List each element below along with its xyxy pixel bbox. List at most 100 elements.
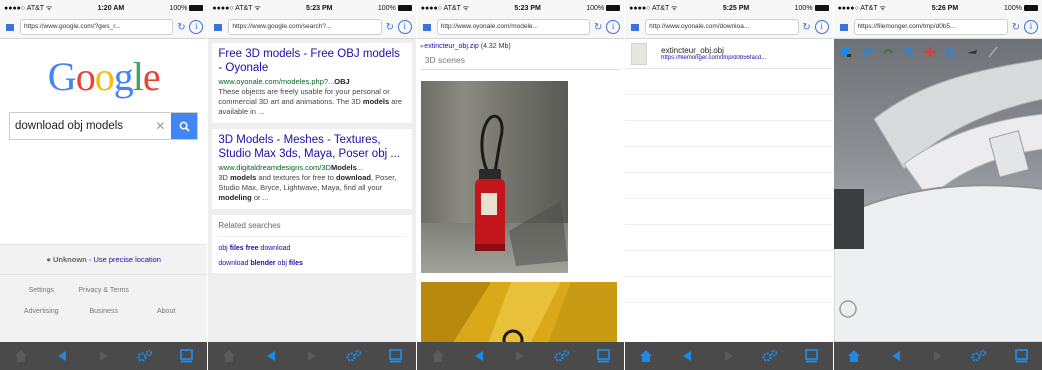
tabs-view-icon[interactable] [804, 348, 820, 364]
reload-icon[interactable]: ↻ [1010, 22, 1022, 33]
related-item[interactable]: obj files free download [218, 245, 405, 252]
result-title[interactable]: Free 3D models - Free OBJ models - Oyona… [218, 47, 405, 75]
search-input[interactable]: download obj models [10, 113, 155, 139]
info-icon[interactable]: i [189, 20, 204, 34]
forward-icon[interactable] [721, 348, 737, 364]
search-button[interactable] [171, 113, 198, 139]
address-bar: https://filemonger.com/tmp/d0b5... ↻ i [833, 16, 1042, 39]
url-field[interactable]: http://www.oyonale.com/downloa... [645, 19, 799, 35]
status-bar: ●●●●○ AT&T ᯤ 1:20 AM 100% [0, 0, 208, 16]
3d-viewer-canvas[interactable] [833, 39, 1042, 342]
reload-icon[interactable]: ↻ [384, 22, 396, 33]
empty-row [625, 121, 833, 147]
home-icon[interactable] [846, 348, 862, 364]
back-icon[interactable] [679, 348, 695, 364]
file-row[interactable]: extincteur_obj.obj https://filemonger.co… [625, 39, 833, 69]
result-title[interactable]: 3D Models - Meshes - Textures, Studio Ma… [218, 133, 405, 161]
home-icon[interactable] [430, 348, 446, 364]
precise-location-link[interactable]: Use precise location [93, 255, 161, 264]
clock: 1:20 AM [97, 4, 125, 12]
footer-link-privacy[interactable]: Privacy & Terms [72, 287, 134, 294]
section-heading: 3D scenes [420, 53, 621, 70]
reload-icon[interactable]: ↻ [175, 22, 187, 33]
url-field[interactable]: https://www.google.com/search?... [228, 19, 382, 35]
url-field[interactable]: http://www.oyonale.com/modele... [436, 19, 591, 35]
footer-link-settings[interactable]: Settings [10, 287, 72, 294]
file-name: extincteur_obj.obj [661, 46, 724, 55]
tabs-icon[interactable] [214, 23, 223, 31]
gear-icon[interactable] [971, 348, 987, 364]
undo-icon[interactable] [882, 46, 894, 58]
url-field[interactable]: https://www.google.com/?gws_r... [20, 19, 174, 35]
page-content: extincteur_obj.obj https://filemonger.co… [625, 39, 833, 342]
info-icon[interactable]: i [814, 20, 829, 34]
pin-icon[interactable] [861, 46, 873, 58]
clock: 5:26 PM [931, 4, 959, 12]
reload-icon[interactable]: ↻ [801, 22, 813, 33]
forward-icon[interactable] [96, 348, 112, 364]
footer-link-advertising[interactable]: Advertising [10, 308, 72, 315]
gear-icon[interactable] [762, 348, 778, 364]
home-icon[interactable] [638, 348, 654, 364]
gear-icon[interactable] [345, 348, 362, 364]
back-icon[interactable] [471, 348, 487, 364]
forward-icon[interactable] [512, 348, 528, 364]
gear-icon[interactable] [554, 348, 570, 364]
info-icon[interactable]: i [1023, 20, 1038, 34]
home-icon[interactable] [13, 348, 29, 364]
result-url[interactable]: www.digitaldreamdesigns.com/3DModels... [218, 163, 405, 172]
tabs-icon[interactable] [631, 23, 640, 31]
battery-icon [814, 4, 829, 11]
related-searches: Related searches obj files free download… [212, 215, 412, 273]
clock: 5:25 PM [722, 4, 750, 12]
search-box: download obj models ✕ [9, 112, 199, 140]
tabs-view-icon[interactable] [387, 348, 403, 364]
phone-screen-oyonale: ●●●●○ AT&T ᯤ 5:23 PM 100% http://www.oyo… [416, 0, 626, 370]
measure-icon[interactable] [987, 46, 999, 58]
forward-icon[interactable] [930, 348, 946, 364]
battery-icon [606, 4, 621, 11]
related-item[interactable]: download blender obj files [218, 260, 405, 267]
tabs-view-icon[interactable] [595, 348, 611, 364]
info-icon[interactable]: i [606, 20, 621, 34]
home-icon[interactable] [221, 348, 237, 364]
tabs-view-icon[interactable] [1013, 348, 1029, 364]
tabs-icon[interactable] [422, 23, 431, 31]
pan-icon[interactable] [923, 46, 936, 58]
file-url[interactable]: https://filemonger.com/tmp/d0b56facd... [661, 55, 811, 61]
device-icon[interactable] [840, 46, 852, 58]
extinguisher-photo[interactable] [420, 81, 568, 273]
tabs-icon[interactable] [839, 23, 848, 31]
page-content [833, 39, 1042, 342]
footer-link-about[interactable]: About [135, 308, 197, 315]
page-content: Google download obj models ✕ ● Unknown -… [0, 39, 208, 342]
zoom-icon[interactable] [903, 46, 915, 58]
url-field[interactable]: https://filemonger.com/tmp/d0b5... [853, 19, 1008, 35]
download-size: (4.32 Mb) [480, 43, 511, 50]
footer-link-business[interactable]: Business [72, 308, 134, 315]
browser-toolbar [416, 342, 625, 370]
browser-toolbar [0, 342, 208, 370]
status-bar: ●●●●○ AT&T ᯤ 5:23 PM 100% [416, 0, 625, 16]
back-icon[interactable] [263, 348, 279, 364]
carrier: ●●●●○ AT&T ᯤ [629, 4, 678, 12]
clear-icon[interactable]: ✕ [155, 113, 171, 139]
forward-icon[interactable] [304, 348, 320, 364]
result-url[interactable]: www.oyonale.com/modeles.php?...OBJ [218, 77, 405, 86]
empty-row [625, 147, 833, 173]
carrier: ●●●●○ AT&T ᯤ [420, 4, 470, 12]
back-icon[interactable] [54, 348, 70, 364]
tabs-view-icon[interactable] [179, 348, 195, 364]
google-logo: Google [47, 54, 161, 99]
rotate-icon[interactable] [945, 46, 957, 58]
gear-icon[interactable] [137, 348, 153, 364]
browser-toolbar [208, 342, 416, 370]
battery-icon [189, 4, 204, 11]
reload-icon[interactable]: ↻ [592, 22, 604, 33]
tabs-icon[interactable] [6, 23, 14, 31]
info-icon[interactable]: i [397, 20, 412, 34]
back-icon[interactable] [888, 348, 904, 364]
second-photo[interactable] [420, 282, 617, 342]
eye-icon[interactable] [966, 46, 978, 58]
download-link[interactable]: extincteur_obj.zip [424, 43, 478, 50]
